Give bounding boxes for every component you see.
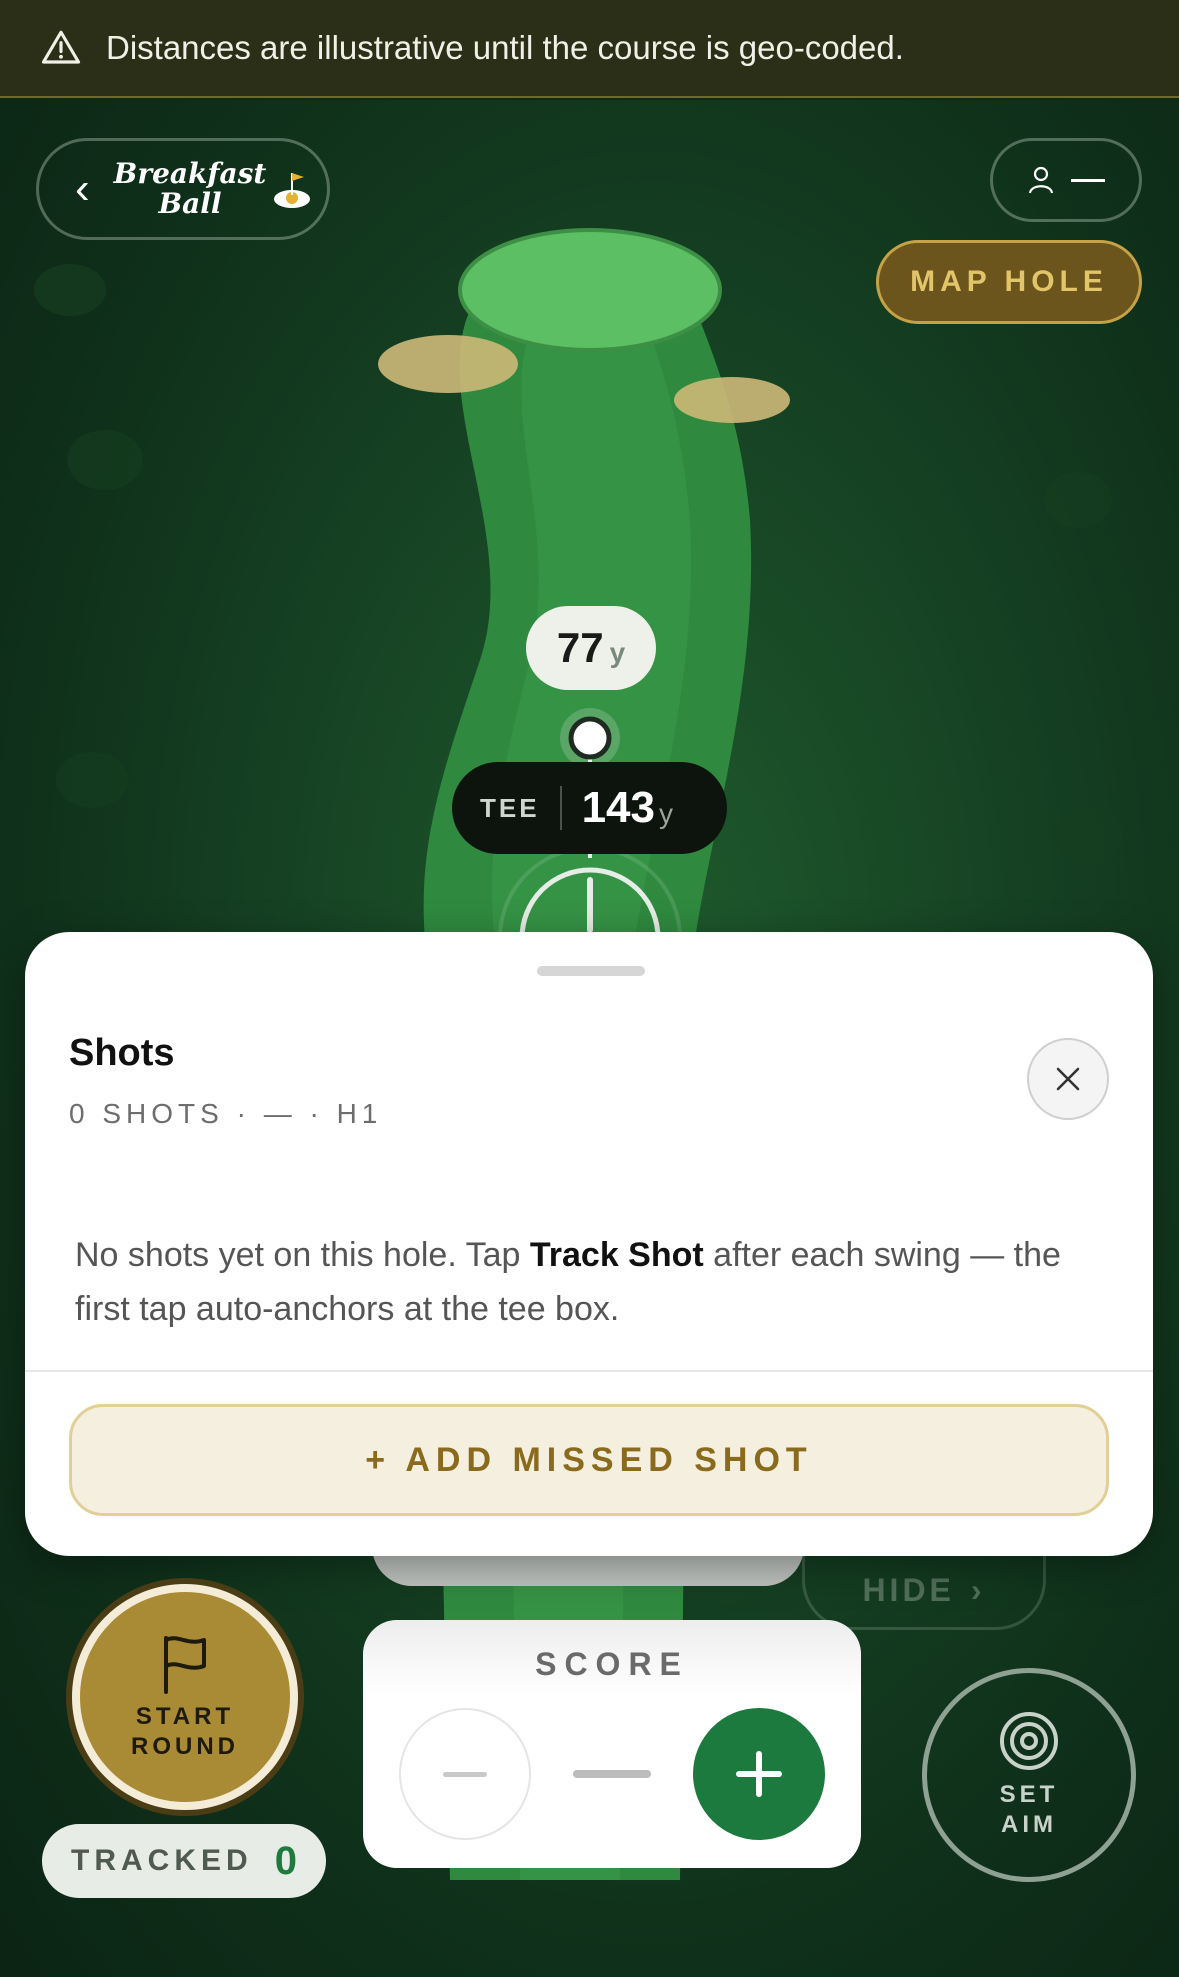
warning-icon <box>41 30 81 64</box>
target-icon <box>1000 1712 1058 1770</box>
tracked-label: TRACKED <box>71 1844 253 1877</box>
tee-distance-value: 143 <box>581 783 655 832</box>
score-increment-button[interactable] <box>693 1708 825 1840</box>
score-card: SCORE <box>363 1620 861 1868</box>
score-value-placeholder <box>573 1770 651 1778</box>
close-icon <box>1056 1067 1080 1091</box>
target-distance-bubble: 77 y <box>526 606 656 690</box>
handicap-placeholder <box>1071 178 1105 182</box>
set-aim-line2: AIM <box>1001 1811 1057 1838</box>
tracked-count: 0 <box>274 1838 297 1883</box>
sheet-subtitle: 0 SHOTS · — · H1 <box>69 1098 383 1129</box>
tracked-counter: TRACKED 0 <box>42 1824 326 1898</box>
target-distance-value: 77 <box>556 624 604 671</box>
chevron-right-icon: › <box>970 1572 986 1608</box>
user-icon <box>1028 166 1054 194</box>
sheet-divider <box>25 1370 1153 1372</box>
start-round-button[interactable]: START ROUND <box>72 1584 298 1810</box>
track-shot-emphasis: Track Shot <box>529 1236 704 1274</box>
chevron-left-icon: ‹ <box>75 164 90 213</box>
start-round-line1: START <box>135 1703 235 1730</box>
shots-sheet: Shots 0 SHOTS · — · H1 No shots yet on t… <box>25 932 1153 1556</box>
back-home-button[interactable]: ‹ Breakfast Ball <box>36 138 330 240</box>
map-hole-button[interactable]: MAP HOLE <box>876 240 1142 324</box>
flag-egg-icon <box>274 173 311 208</box>
illustrative-distances-banner: Distances are illustrative until the cou… <box>0 0 1179 98</box>
tee-distance-pill: TEE 143 y <box>452 762 727 854</box>
banner-text: Distances are illustrative until the cou… <box>106 29 904 66</box>
hide-label: HIDE <box>862 1572 955 1608</box>
breakfast-ball-logo: Breakfast Ball <box>113 157 267 220</box>
plus-icon <box>736 1751 782 1797</box>
flag-icon <box>164 1636 206 1694</box>
set-aim-button[interactable]: SET AIM <box>922 1668 1136 1882</box>
close-sheet-button[interactable] <box>1027 1038 1109 1120</box>
tee-separator <box>559 786 562 830</box>
sheet-grabber[interactable] <box>537 966 645 976</box>
tee-distance-unit: y <box>659 798 673 829</box>
empty-shots-message: No shots yet on this hole. Tap Track Sho… <box>75 1236 1061 1328</box>
set-aim-line1: SET <box>999 1781 1059 1808</box>
start-round-line2: ROUND <box>131 1733 239 1760</box>
add-missed-shot-label: + ADD MISSED SHOT <box>365 1440 813 1479</box>
target-distance-unit: y <box>609 637 626 668</box>
score-decrement-button[interactable] <box>399 1708 531 1840</box>
profile-button[interactable] <box>990 138 1142 222</box>
add-missed-shot-button[interactable]: + ADD MISSED SHOT <box>69 1404 1109 1516</box>
map-hole-label: MAP HOLE <box>910 265 1108 298</box>
minus-icon <box>443 1771 487 1777</box>
tee-label: TEE <box>480 792 540 823</box>
score-label: SCORE <box>535 1646 689 1682</box>
sheet-title: Shots <box>69 1032 175 1074</box>
